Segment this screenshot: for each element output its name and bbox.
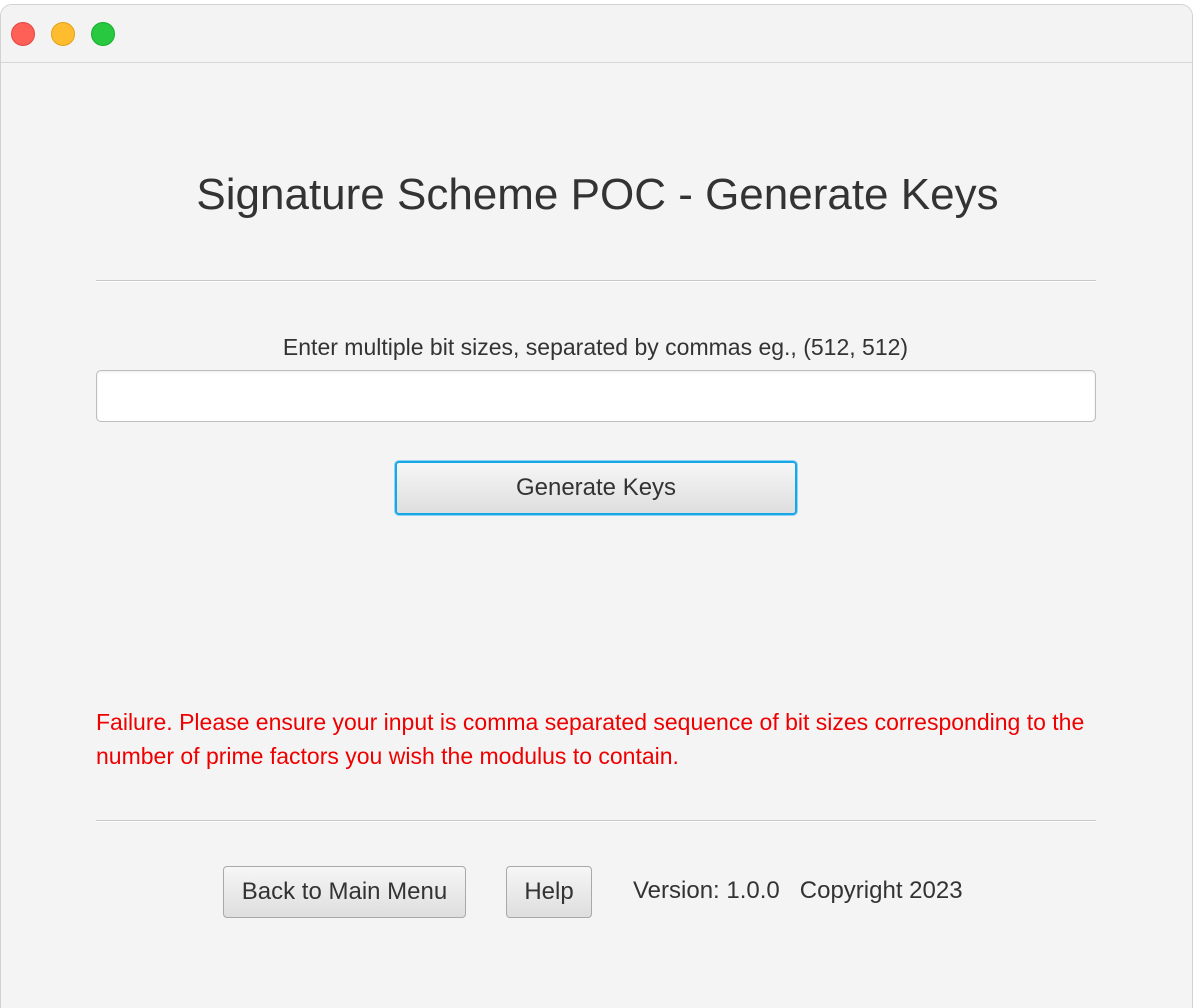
title-bar[interactable] (1, 5, 1192, 63)
bottom-divider (96, 820, 1096, 822)
generate-keys-button[interactable]: Generate Keys (395, 461, 797, 515)
maximize-window-button[interactable] (91, 22, 115, 46)
help-button[interactable]: Help (506, 866, 592, 918)
back-to-main-menu-button[interactable]: Back to Main Menu (223, 866, 466, 918)
top-divider (96, 280, 1096, 282)
bit-sizes-input[interactable] (96, 370, 1096, 422)
version-copyright-text: Version: 1.0.0 Copyright 2023 (633, 877, 963, 904)
bit-sizes-label: Enter multiple bit sizes, separated by c… (282, 334, 909, 360)
close-window-button[interactable] (11, 22, 35, 46)
error-message: Failure. Please ensure your input is com… (96, 709, 1085, 769)
page-title: Signature Scheme POC - Generate Keys (196, 170, 999, 219)
minimize-window-button[interactable] (51, 22, 75, 46)
app-window: Signature Scheme POC - Generate Keys Ent… (0, 4, 1193, 1008)
